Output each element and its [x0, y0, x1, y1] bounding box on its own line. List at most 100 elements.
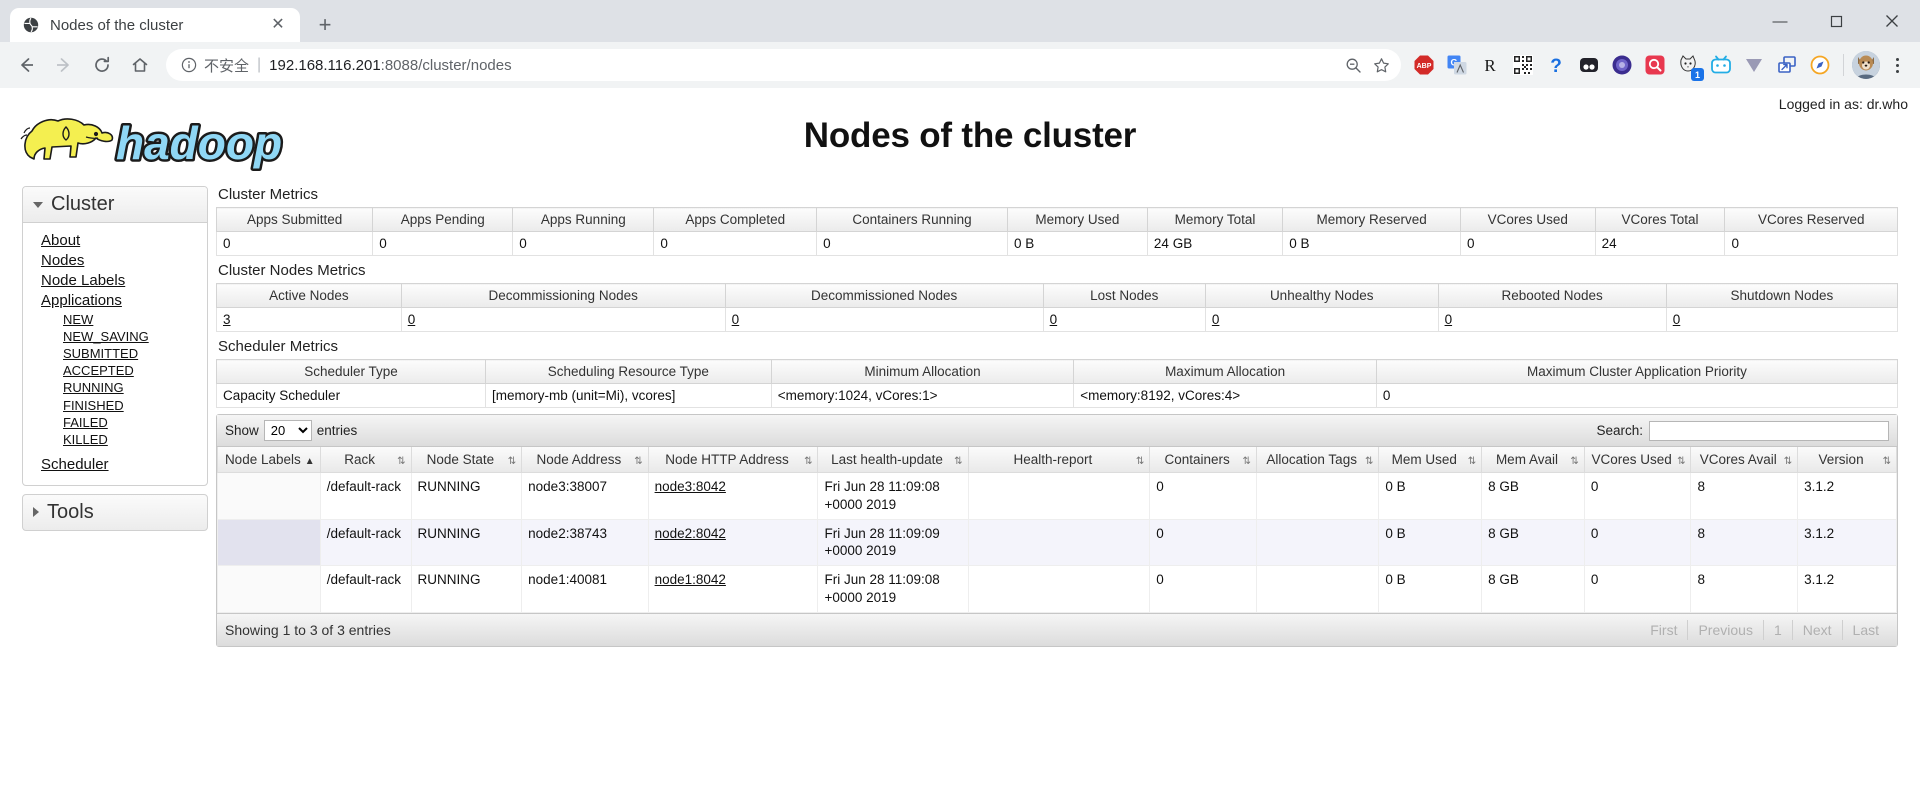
browser-menu-button[interactable]	[1882, 50, 1912, 80]
window-popout-icon[interactable]	[1772, 50, 1802, 80]
address-bar[interactable]: 不安全 | 192.168.116.201:8088/cluster/nodes	[166, 49, 1401, 81]
col-version-label: Version	[1818, 452, 1864, 467]
sidebar-item-running[interactable]: RUNNING	[63, 379, 207, 396]
page-viewport: Logged in as: dr.who hadoop hadoop Nodes…	[0, 88, 1920, 794]
address-url: 192.168.116.201:8088/cluster/nodes	[269, 57, 511, 74]
col-version[interactable]: Version ⇅	[1797, 447, 1897, 473]
link-decommissioned-nodes[interactable]: 0	[732, 312, 740, 327]
cluster-nodes-metrics-title: Cluster Nodes Metrics	[218, 262, 366, 279]
link-decommissioning-nodes[interactable]: 0	[408, 312, 416, 327]
new-tab-button[interactable]: +	[308, 8, 342, 42]
sidebar-item-about[interactable]: About	[41, 231, 207, 251]
r-extension-icon[interactable]: R	[1475, 50, 1505, 80]
link-lost-nodes[interactable]: 0	[1050, 312, 1058, 327]
page-first-button[interactable]: First	[1640, 619, 1689, 640]
search-red-icon[interactable]	[1640, 50, 1670, 80]
v-extension-icon[interactable]	[1739, 50, 1769, 80]
window-minimize-button[interactable]: —	[1752, 0, 1808, 42]
sidebar-item-new[interactable]: NEW	[63, 311, 207, 328]
sidebar-item-failed[interactable]: FAILED	[63, 414, 207, 431]
forward-button-icon[interactable]	[46, 47, 82, 83]
bookmark-star-icon[interactable]	[1367, 51, 1395, 79]
purple-circle-icon[interactable]	[1607, 50, 1637, 80]
bilibili-icon[interactable]	[1706, 50, 1736, 80]
reload-button-icon[interactable]	[84, 47, 120, 83]
sidebar-item-node-labels[interactable]: Node Labels	[41, 271, 207, 291]
qr-code-icon[interactable]	[1508, 50, 1538, 80]
val-maximum-allocation: <memory:8192, vCores:4>	[1073, 383, 1377, 408]
tab-close-icon[interactable]: ✕	[268, 15, 288, 35]
sort-icon: ⇅	[1677, 456, 1686, 467]
compass-extension-icon[interactable]	[1805, 50, 1835, 80]
col-node-labels[interactable]: Node Labels ▲	[217, 447, 321, 473]
window-close-button[interactable]	[1864, 0, 1920, 42]
link-unhealthy-nodes[interactable]: 0	[1212, 312, 1220, 327]
link-node-http-address[interactable]: node1:8042	[655, 572, 726, 587]
val-memory-used: 0 B	[1006, 231, 1148, 256]
table-row[interactable]: /default-rack RUNNING node1:40081 node1:…	[217, 565, 1897, 613]
page-previous-button[interactable]: Previous	[1688, 619, 1764, 640]
datatable-toolbar: Show 20 40 60 80 100 entries Search:	[217, 415, 1897, 447]
col-mem-used[interactable]: Mem Used ⇅	[1378, 447, 1483, 473]
col-vcores-avail[interactable]: VCores Avail ⇅	[1690, 447, 1799, 473]
col-allocation-tags[interactable]: Allocation Tags ⇅	[1255, 447, 1380, 473]
cat-extension-icon[interactable]: 1	[1673, 50, 1704, 81]
cell-version: 3.1.2	[1797, 518, 1897, 567]
col-vcores-used[interactable]: VCores Used ⇅	[1583, 447, 1692, 473]
tab-nodes-of-the-cluster[interactable]: Nodes of the cluster ✕	[10, 8, 300, 42]
sidebar-item-nodes[interactable]: Nodes	[41, 251, 207, 271]
sidebar-item-applications[interactable]: Applications	[41, 291, 207, 311]
sidebar-section-tools[interactable]: Tools	[22, 493, 208, 531]
val-containers-running: 0	[816, 231, 1008, 256]
adblock-plus-icon[interactable]: ABP	[1409, 50, 1439, 80]
sidebar-item-scheduler[interactable]: Scheduler	[41, 455, 207, 475]
hadoop-logo-icon: hadoop hadoop	[12, 106, 360, 174]
sidebar-item-new-saving[interactable]: NEW_SAVING	[63, 328, 207, 345]
info-circle-icon[interactable]	[180, 56, 198, 74]
window-maximize-button[interactable]	[1808, 0, 1864, 42]
page-last-button[interactable]: Last	[1843, 620, 1889, 640]
sidebar-item-accepted[interactable]: ACCEPTED	[63, 362, 207, 379]
table-row[interactable]: /default-rack RUNNING node3:38007 node3:…	[217, 472, 1897, 520]
home-button-icon[interactable]	[122, 47, 158, 83]
col-containers[interactable]: Containers ⇅	[1149, 447, 1257, 473]
sidebar-item-finished[interactable]: FINISHED	[63, 397, 207, 414]
table-row[interactable]: /default-rack RUNNING node2:38743 node2:…	[217, 518, 1897, 567]
sidebar-item-killed[interactable]: KILLED	[63, 431, 207, 448]
cell-vcores-avail: 8	[1690, 472, 1799, 520]
search-input[interactable]	[1649, 420, 1889, 441]
tools-section-label: Tools	[47, 500, 94, 523]
col-node-state[interactable]: Node State ⇅	[410, 447, 523, 473]
page-next-button[interactable]: Next	[1793, 619, 1843, 640]
col-rack[interactable]: Rack ⇅	[319, 447, 412, 473]
link-rebooted-nodes[interactable]: 0	[1445, 312, 1453, 327]
col-scheduling-resource-type: Scheduling Resource Type	[484, 359, 772, 384]
cell-mem-used: 0 B	[1378, 472, 1483, 520]
google-translate-icon[interactable]: G	[1442, 50, 1472, 80]
help-question-icon[interactable]: ?	[1541, 50, 1571, 80]
val-apps-submitted: 0	[215, 231, 374, 256]
search-label: Search:	[1596, 423, 1643, 438]
page-number-1-button[interactable]: 1	[1764, 619, 1793, 640]
sidebar-item-submitted[interactable]: SUBMITTED	[63, 345, 207, 362]
profile-avatar[interactable]	[1852, 51, 1880, 79]
link-node-http-address[interactable]: node2:8042	[655, 526, 726, 541]
sidebar-section-cluster[interactable]: Cluster	[23, 187, 207, 223]
zoom-out-icon[interactable]	[1339, 51, 1367, 79]
col-vcores-reserved: VCores Reserved	[1724, 207, 1898, 232]
col-last-health-update[interactable]: Last health-update ⇅	[817, 447, 969, 473]
back-button-icon[interactable]	[8, 47, 44, 83]
link-shutdown-nodes[interactable]: 0	[1673, 312, 1681, 327]
col-health-report[interactable]: Health-report ⇅	[967, 447, 1151, 473]
col-max-cluster-app-priority: Maximum Cluster Application Priority	[1375, 359, 1899, 384]
page-length-select[interactable]: 20 40 60 80 100	[263, 420, 312, 441]
col-node-http-address[interactable]: Node HTTP Address ⇅	[647, 447, 819, 473]
hadoop-logo-container[interactable]: hadoop hadoop	[0, 98, 360, 174]
col-mem-avail[interactable]: Mem Avail ⇅	[1481, 447, 1585, 473]
col-node-address[interactable]: Node Address ⇅	[521, 447, 649, 473]
val-max-cluster-app-priority: 0	[1375, 383, 1899, 408]
link-active-nodes[interactable]: 3	[223, 312, 231, 327]
pocket-dark-icon[interactable]	[1574, 50, 1604, 80]
link-node-http-address[interactable]: node3:8042	[655, 479, 726, 494]
